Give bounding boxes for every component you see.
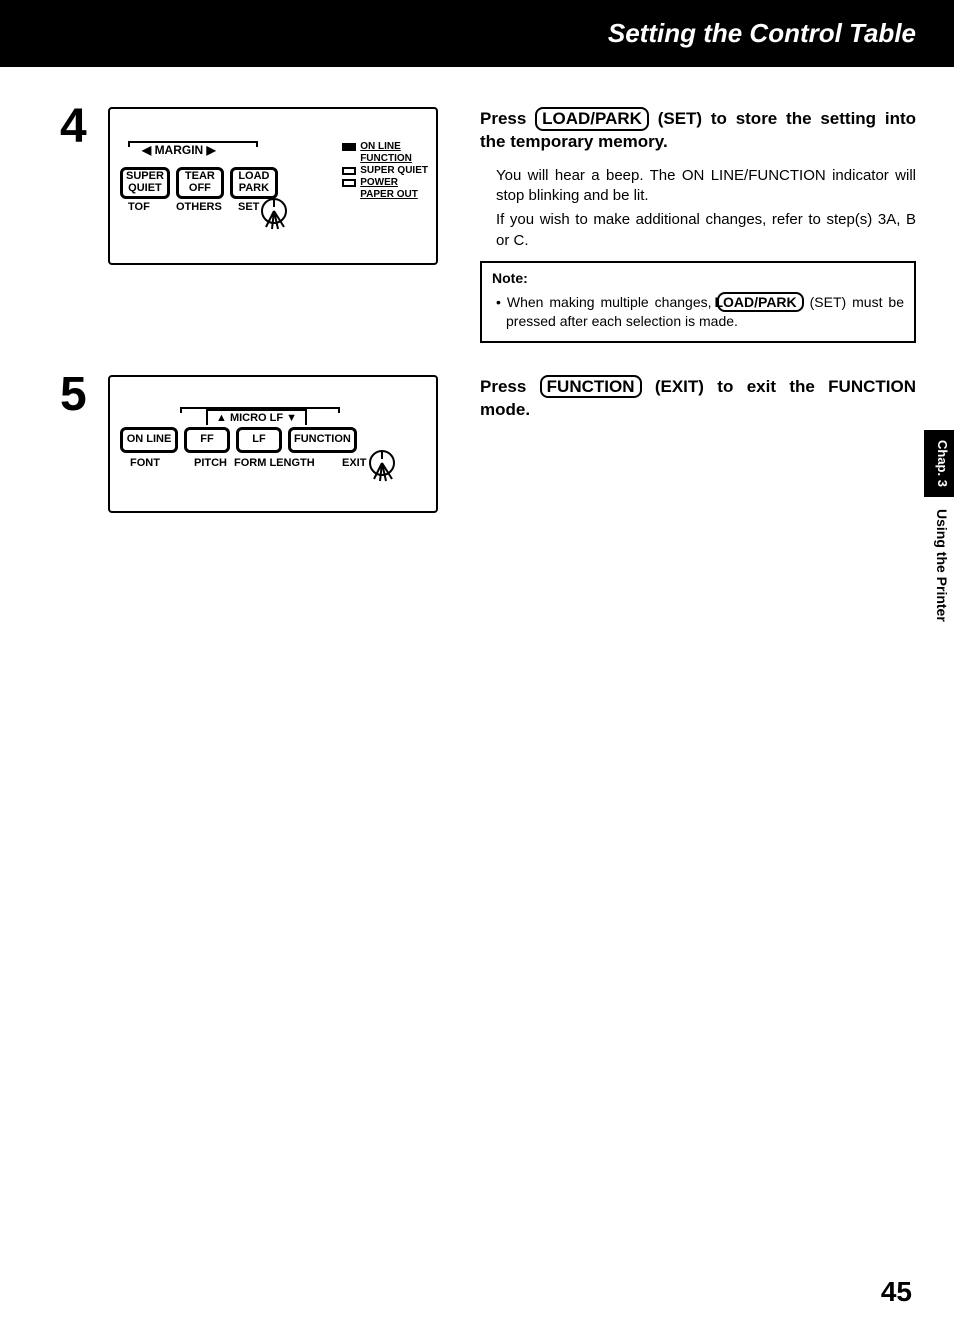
led-icon [342, 179, 356, 187]
side-section: Using the Printer [924, 497, 954, 634]
ff-button: FF [184, 427, 230, 453]
step-4-row: 4 ◀ MARGIN ▶ SUPER QUIET TEAR OFF LOAD [60, 107, 916, 343]
sublabel-others: OTHERS [176, 201, 222, 213]
function-key: FUNCTION [540, 375, 642, 399]
note-title: Note: [492, 269, 904, 288]
control-panel-diagram-4: ◀ MARGIN ▶ SUPER QUIET TEAR OFF LOAD PAR… [108, 107, 438, 265]
panel5-buttons: ON LINE FF LF FUNCTION [120, 427, 357, 453]
online-button: ON LINE [120, 427, 178, 453]
indicator-label: FUNCTION [360, 153, 412, 164]
step-5-row: 5 ▲ MICRO LF ▼ ON LINE FF LF FUNCTION FO… [60, 375, 916, 513]
indicator-power: POWER [342, 177, 428, 188]
step-4-number: 4 [60, 103, 108, 151]
step-4-text: Press LOAD/PARK (SET) to store the setti… [438, 107, 916, 343]
super-quiet-button: SUPER QUIET [120, 167, 170, 199]
side-chapter: Chap. 3 [924, 430, 954, 497]
indicator-column: ON LINE FUNCTION SUPER QUIET POWER PAPER… [342, 141, 428, 201]
step-4-body-2: If you wish to make additional changes, … [496, 210, 916, 251]
side-tab: Chap. 3 Using the Printer [924, 430, 954, 634]
sublabel-exit: EXIT [342, 457, 366, 469]
indicator-label: POWER [360, 177, 398, 188]
btn-line: OFF [182, 183, 218, 195]
page-number: 45 [881, 1276, 912, 1308]
step-5-instruction: Press FUNCTION (EXIT) to exit the FUNCTI… [480, 375, 916, 422]
hand-pointer-icon [368, 449, 402, 495]
indicator-superquiet: SUPER QUIET [342, 165, 428, 176]
btn-line: QUIET [126, 183, 164, 195]
load-park-button: LOAD PARK [230, 167, 278, 199]
btn-line: PARK [236, 183, 272, 195]
indicator-online: ON LINE [342, 141, 428, 152]
header-title: Setting the Control Table [608, 18, 916, 48]
microlf-label: ▲ MICRO LF ▼ [206, 409, 307, 425]
note-body: • When making multiple changes, LOAD/PAR… [492, 292, 904, 331]
control-panel-diagram-5: ▲ MICRO LF ▼ ON LINE FF LF FUNCTION FONT… [108, 375, 438, 513]
page-header: Setting the Control Table [0, 0, 954, 67]
lf-button: LF [236, 427, 282, 453]
step-4-instruction: Press LOAD/PARK (SET) to store the setti… [480, 107, 916, 154]
sublabel-set: SET [238, 201, 259, 213]
function-button: FUNCTION [288, 427, 357, 453]
load-park-key: LOAD/PARK [535, 107, 649, 131]
step-5-panel-column: ▲ MICRO LF ▼ ON LINE FF LF FUNCTION FONT… [108, 375, 438, 513]
instr-text: Press [480, 109, 535, 128]
load-park-key-note: LOAD/PARK [717, 292, 803, 312]
step-4-panel-column: ◀ MARGIN ▶ SUPER QUIET TEAR OFF LOAD PAR… [108, 107, 438, 265]
indicator-label: SUPER QUIET [360, 165, 428, 176]
sublabel-font: FONT [130, 457, 160, 469]
tear-off-button: TEAR OFF [176, 167, 224, 199]
indicator-label: ON LINE [360, 141, 401, 152]
page-content: 4 ◀ MARGIN ▶ SUPER QUIET TEAR OFF LOAD [0, 67, 954, 513]
indicator-paperout: PAPER OUT [360, 189, 428, 200]
sublabel-tof: TOF [128, 201, 150, 213]
led-icon [342, 143, 356, 151]
step-5-number: 5 [60, 371, 108, 419]
note-box: Note: • When making multiple changes, LO… [480, 261, 916, 343]
indicator-label: PAPER OUT [360, 189, 418, 200]
step-4-body-1: You will hear a beep. The ON LINE/FUNCTI… [496, 166, 916, 207]
instr-text: Press [480, 377, 540, 396]
panel4-buttons: SUPER QUIET TEAR OFF LOAD PARK [120, 167, 278, 199]
sublabel-formlength: FORM LENGTH [234, 457, 315, 469]
hand-pointer-icon [260, 197, 294, 243]
step-5-text: Press FUNCTION (EXIT) to exit the FUNCTI… [438, 375, 916, 434]
led-icon [342, 167, 356, 175]
margin-label: ◀ MARGIN ▶ [142, 143, 216, 157]
note-text: • When making multiple changes, [496, 294, 717, 310]
sublabel-pitch: PITCH [194, 457, 227, 469]
indicator-function: FUNCTION [360, 153, 428, 164]
